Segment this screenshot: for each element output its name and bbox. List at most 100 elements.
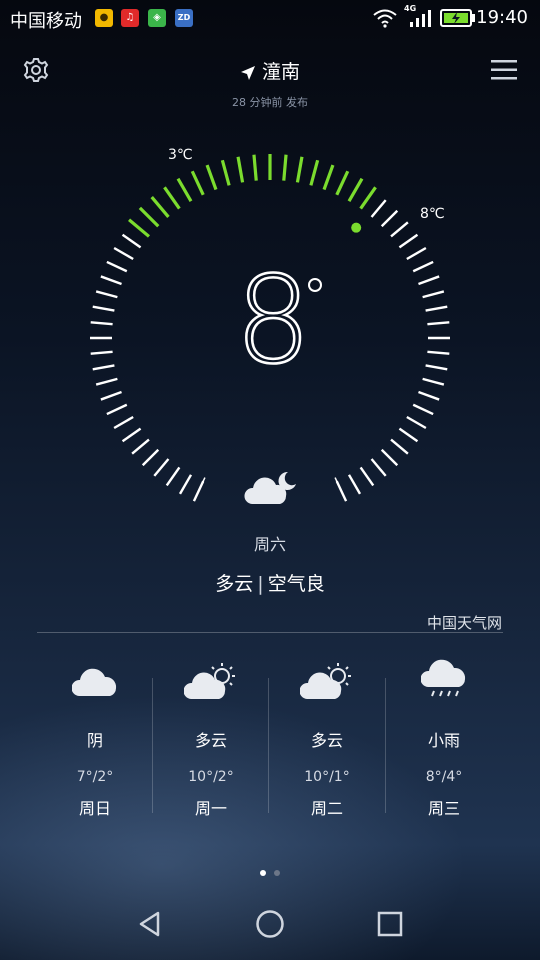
gauge-low-label: 3℃ (168, 147, 193, 163)
summary-separator: | (257, 573, 264, 595)
gauge-tick (100, 390, 122, 401)
gauge-range-tick (163, 186, 181, 210)
gauge-tick (113, 415, 134, 430)
gauge-tick (406, 415, 427, 430)
cloud-moon-icon (244, 471, 296, 504)
gauge-tick (106, 260, 128, 273)
forecast-condition: 多云 (310, 731, 343, 750)
forecast-temp: 8°/4° (425, 769, 463, 785)
rain-icon (421, 659, 466, 697)
back-button[interactable] (126, 900, 174, 948)
gauge-tick (398, 427, 419, 443)
recents-square-icon (377, 911, 403, 937)
page-indicator[interactable] (274, 870, 280, 876)
gauge-tick (425, 305, 448, 312)
forecast-day-4[interactable]: 小雨 8°/4° 周三 (386, 655, 502, 819)
gauge-tick (412, 403, 434, 416)
gauge-range-tick (295, 156, 304, 183)
forecast-divider (37, 632, 503, 633)
gauge-tick (412, 260, 434, 273)
gauge-high-label: 8℃ (420, 206, 445, 222)
gauge-tick (95, 290, 118, 299)
gauge-range-tick (205, 164, 218, 191)
gauge-range-tick (252, 154, 258, 181)
gauge-tick (370, 458, 387, 477)
gauge-tick (92, 305, 115, 312)
gauge-tick (113, 246, 134, 261)
gauge-range-tick (150, 196, 170, 218)
degree-symbol-icon (308, 278, 322, 292)
forecast-condition: 多云 (194, 731, 227, 750)
gauge-range-tick (176, 177, 193, 202)
gauge-range-tick (220, 159, 231, 186)
forecast-day: 周三 (427, 799, 460, 818)
gauge-range-tick (282, 154, 288, 181)
gauge-tick (422, 377, 445, 386)
gauge-range-tick (138, 206, 160, 228)
gauge-tick (141, 448, 160, 467)
gauge-tick (347, 474, 362, 495)
gauge-tick (92, 364, 115, 371)
gauge-tick (90, 350, 113, 355)
gauge-range-tick (359, 186, 377, 210)
gauge-tick (380, 448, 399, 467)
home-circle-icon (256, 910, 284, 938)
today-day: 周六 (253, 535, 286, 554)
gauge-tick (90, 321, 113, 326)
gauge-tick (390, 221, 409, 238)
back-triangle-icon (139, 911, 160, 937)
gauge-range-tick (128, 218, 150, 238)
forecast-temp: 7°/2° (76, 769, 114, 785)
forecast-day: 周一 (194, 799, 227, 818)
gauge-tick (398, 233, 419, 249)
gauge-tick (178, 474, 193, 495)
today-condition: 多云 (215, 573, 254, 595)
gauge-tick (418, 390, 440, 401)
gauge-tick (121, 427, 142, 443)
gauge-tick (121, 233, 142, 249)
cloud-icon (72, 668, 117, 696)
gauge-tick (425, 364, 448, 371)
gauge-tick (106, 403, 128, 416)
gauge-range-tick (236, 156, 245, 183)
air-quality: 空气良 (267, 573, 325, 595)
forecast-day: 周日 (78, 799, 111, 818)
gauge-tick (153, 458, 170, 477)
gauge-tick (165, 466, 181, 487)
gauge-tick (427, 350, 450, 355)
gauge-tick (427, 321, 450, 326)
gauge-gap-edge (334, 477, 346, 498)
forecast-condition: 小雨 (427, 731, 460, 750)
gauge-tick (370, 199, 387, 218)
forecast-temp: 10°/2° (188, 769, 234, 785)
home-button[interactable] (246, 900, 294, 948)
gauge-range-tick (347, 177, 364, 202)
today-summary: 多云 | 空气良 (0, 569, 540, 596)
forecast-condition: 阴 (86, 731, 103, 750)
forecast-day: 周二 (310, 799, 343, 818)
gauge-range-tick (190, 170, 205, 196)
gauge-tick (390, 438, 409, 455)
gauge-range-tick (335, 170, 350, 196)
gauge-tick (380, 209, 399, 228)
gauge-tick (131, 438, 150, 455)
gauge-range-tick (309, 159, 320, 186)
current-temp-marker (351, 222, 362, 233)
gauge-tick (418, 275, 440, 286)
data-source[interactable]: 中国天气网 (427, 612, 502, 633)
page-indicator-active[interactable] (260, 870, 266, 876)
gauge-range-tick (322, 164, 335, 191)
forecast-temp: 10°/1° (304, 769, 350, 785)
forecast-day-1[interactable]: 阴 7°/2° 周日 (37, 655, 153, 819)
gauge-tick (422, 290, 445, 299)
gauge-tick (100, 275, 122, 286)
gauge-tick (406, 246, 427, 261)
forecast-day-3[interactable]: 多云 10°/1° 周二 (269, 655, 385, 819)
cloud-sun-icon (184, 663, 235, 699)
forecast-day-2[interactable]: 多云 10°/2° 周一 (153, 655, 269, 819)
recents-button[interactable] (366, 900, 414, 948)
gauge-tick (359, 466, 375, 487)
gauge-tick (95, 377, 118, 386)
current-temperature: 8 (234, 252, 313, 391)
gauge-gap-edge (194, 477, 206, 498)
